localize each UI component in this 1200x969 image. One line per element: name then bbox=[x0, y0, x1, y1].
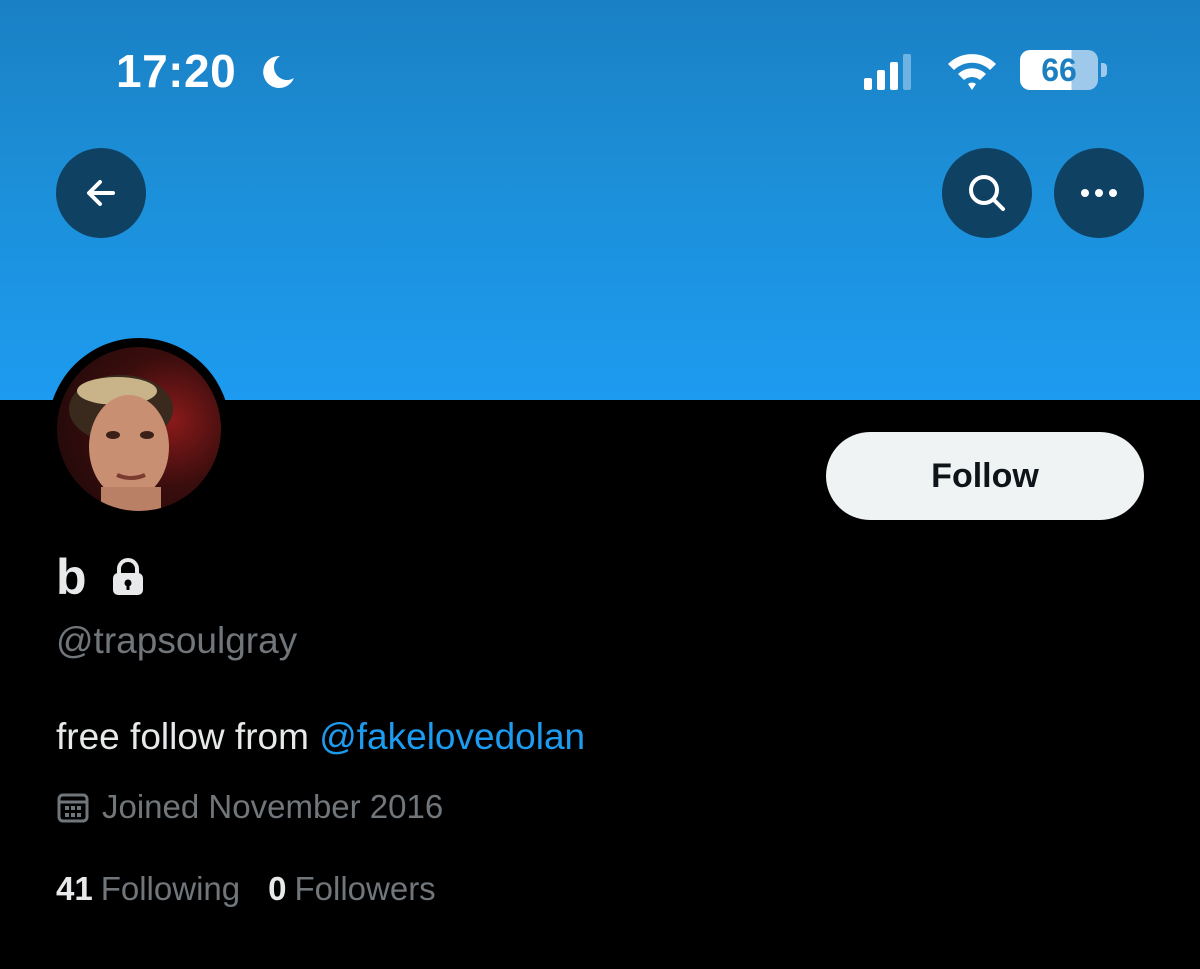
followers-label: Followers bbox=[294, 870, 436, 907]
following-link[interactable]: 41 Following bbox=[56, 870, 240, 908]
wifi-icon bbox=[948, 54, 996, 90]
bio-text: free follow from bbox=[56, 716, 320, 757]
battery-tip bbox=[1101, 63, 1107, 77]
following-count: 41 bbox=[56, 870, 93, 907]
search-icon bbox=[969, 175, 1005, 211]
back-button[interactable] bbox=[56, 148, 146, 238]
profile-stats: 41 Following 0 Followers bbox=[56, 870, 436, 908]
avatar-frame[interactable] bbox=[48, 338, 230, 520]
joined-text: Joined November 2016 bbox=[102, 788, 444, 825]
search-button[interactable] bbox=[942, 148, 1032, 238]
following-label: Following bbox=[100, 870, 241, 907]
status-bar: 17:20 66 bbox=[0, 0, 1200, 140]
moon-icon bbox=[263, 55, 294, 88]
lock-icon bbox=[113, 558, 143, 595]
profile-bio: free follow from @fakelovedolan bbox=[56, 716, 585, 758]
bio-mention-link[interactable]: @fakelovedolan bbox=[319, 716, 585, 757]
battery-level: 66 bbox=[1041, 52, 1077, 88]
avatar-photo bbox=[69, 375, 173, 511]
followers-link[interactable]: 0 Followers bbox=[268, 870, 436, 908]
more-icon bbox=[1081, 189, 1117, 197]
status-time: 17:20 bbox=[116, 45, 237, 97]
battery-icon: 66 bbox=[1020, 50, 1098, 90]
followers-count: 0 bbox=[268, 870, 287, 907]
signal-icon bbox=[864, 54, 911, 90]
joined-date: Joined November 2016 bbox=[56, 788, 443, 826]
more-options-button[interactable] bbox=[1054, 148, 1144, 238]
back-arrow-icon bbox=[87, 180, 115, 206]
user-handle: @trapsoulgray bbox=[56, 620, 298, 661]
display-name: b bbox=[56, 549, 87, 605]
calendar-icon bbox=[57, 793, 89, 823]
avatar[interactable] bbox=[57, 347, 221, 511]
follow-button[interactable]: Follow bbox=[826, 432, 1144, 520]
